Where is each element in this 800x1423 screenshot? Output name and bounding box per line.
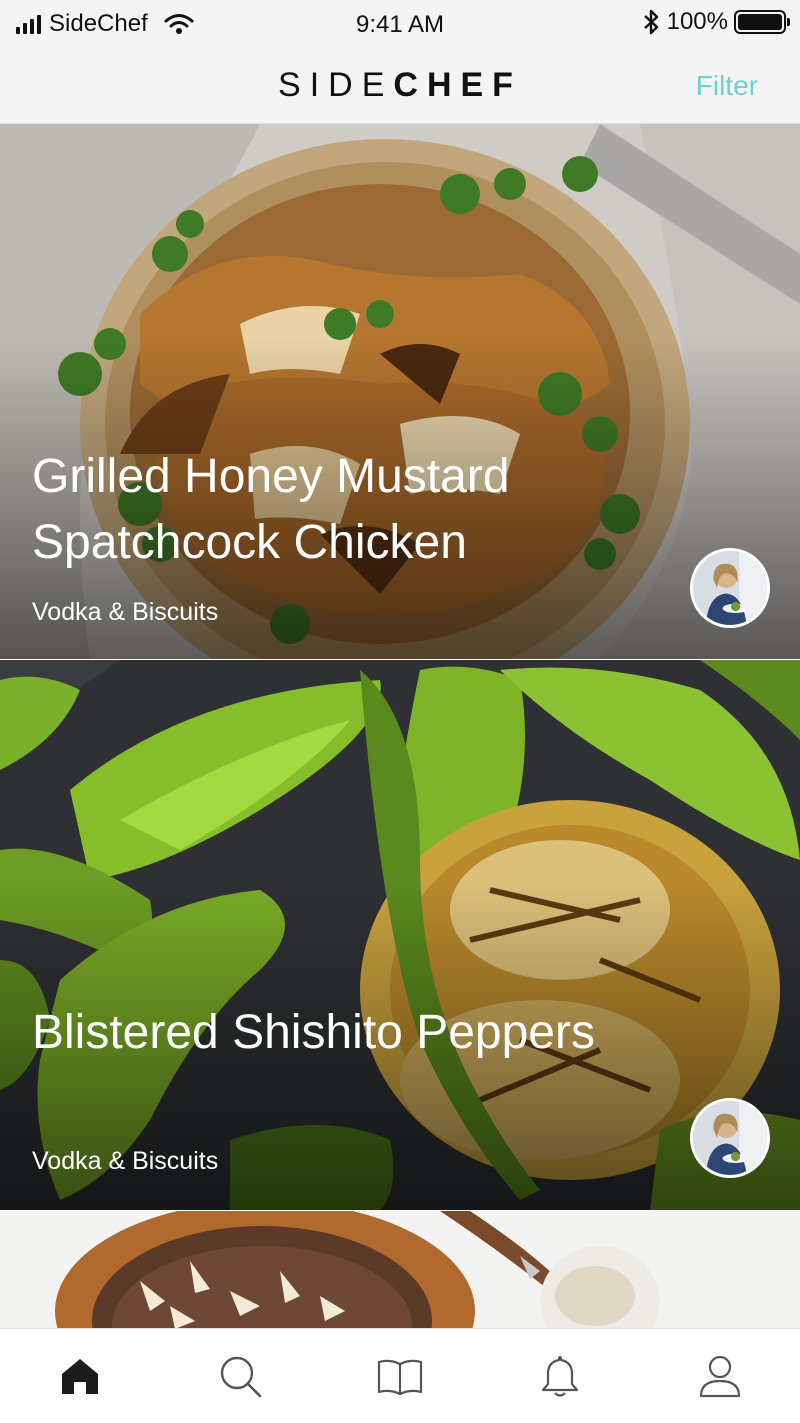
recipe-card[interactable] — [0, 1211, 800, 1328]
battery-icon — [734, 10, 790, 34]
recipe-author: Vodka & Biscuits — [32, 1147, 219, 1175]
sidechef-logo: SIDECHEF — [278, 66, 522, 104]
bell-icon — [541, 1355, 579, 1397]
search-icon — [220, 1356, 262, 1398]
author-avatar[interactable] — [690, 1098, 770, 1178]
author-avatar[interactable] — [690, 548, 770, 628]
home-icon — [62, 1359, 98, 1394]
tab-bar — [0, 1328, 800, 1423]
recipe-card[interactable]: Grilled Honey Mustard Spatchcock Chicken… — [0, 124, 800, 659]
status-right: 100% — [641, 8, 790, 36]
filter-button[interactable]: Filter — [696, 70, 758, 102]
tab-home[interactable] — [0, 1329, 160, 1423]
app-header: SIDECHEF Filter — [0, 48, 800, 124]
recipe-author: Vodka & Biscuits — [32, 598, 219, 626]
book-icon — [377, 1359, 423, 1396]
status-bar: SideChef 9:41 AM 100% — [0, 0, 800, 48]
recipe-title: Blistered Shishito Peppers — [32, 1006, 595, 1059]
recipe-image — [0, 1211, 800, 1328]
bluetooth-icon — [643, 9, 658, 35]
recipe-feed[interactable]: Grilled Honey Mustard Spatchcock Chicken… — [0, 124, 800, 1328]
profile-icon — [699, 1355, 741, 1398]
battery-percent: 100% — [666, 8, 728, 35]
recipe-card[interactable]: Blistered Shishito Peppers Vodka & Biscu… — [0, 660, 800, 1210]
tab-profile[interactable] — [640, 1329, 800, 1423]
tab-notifications[interactable] — [480, 1329, 640, 1423]
recipe-title: Grilled Honey Mustard Spatchcock Chicken — [32, 450, 510, 569]
tab-cookbook[interactable] — [320, 1329, 480, 1423]
tab-search[interactable] — [160, 1329, 320, 1423]
